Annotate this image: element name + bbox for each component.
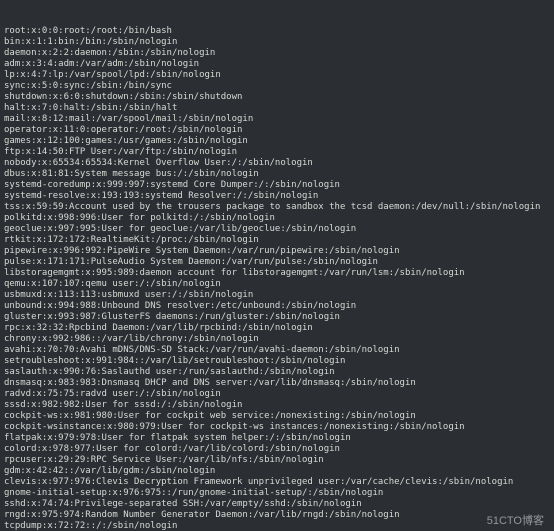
passwd-line: flatpak:x:979:978:User for flatpak syste… <box>4 433 554 444</box>
passwd-line: games:x:12:100:games:/usr/games:/sbin/no… <box>4 136 554 147</box>
passwd-line: dbus:x:81:81:System message bus:/:/sbin/… <box>4 169 554 180</box>
passwd-line: setroubleshoot:x:991:984::/var/lib/setro… <box>4 356 554 367</box>
passwd-line: shutdown:x:6:0:shutdown:/sbin:/sbin/shut… <box>4 92 554 103</box>
passwd-line: cockpit-ws:x:981:980:User for cockpit we… <box>4 411 554 422</box>
passwd-line: tcpdump:x:72:72::/:/sbin/nologin <box>4 521 554 531</box>
passwd-line: gdm:x:42:42::/var/lib/gdm:/sbin/nologin <box>4 466 554 477</box>
passwd-line: root:x:0:0:root:/root:/bin/bash <box>4 26 554 37</box>
passwd-line: pipewire:x:996:992:PipeWire System Daemo… <box>4 246 554 257</box>
passwd-line: colord:x:978:977:User for colord:/var/li… <box>4 444 554 455</box>
watermark: 51CTO博客 <box>487 516 544 527</box>
passwd-line: rngd:x:975:974:Random Number Generator D… <box>4 510 554 521</box>
passwd-line: nobody:x:65534:65534:Kernel Overflow Use… <box>4 158 554 169</box>
passwd-line: systemd-coredump:x:999:997:systemd Core … <box>4 180 554 191</box>
passwd-line: halt:x:7:0:halt:/sbin:/sbin/halt <box>4 103 554 114</box>
passwd-line: systemd-resolve:x:193:193:systemd Resolv… <box>4 191 554 202</box>
passwd-line: cockpit-wsinstance:x:980:979:User for co… <box>4 422 554 433</box>
passwd-line: sshd:x:74:74:Privilege-separated SSH:/va… <box>4 499 554 510</box>
passwd-line: rpc:x:32:32:Rpcbind Daemon:/var/lib/rpcb… <box>4 323 554 334</box>
passwd-line: libstoragemgmt:x:995:989:daemon account … <box>4 268 554 279</box>
passwd-line: chrony:x:992:986::/var/lib/chrony:/sbin/… <box>4 334 554 345</box>
passwd-line: clevis:x:977:976:Clevis Decryption Frame… <box>4 477 554 488</box>
passwd-line: tss:x:59:59:Account used by the trousers… <box>4 202 554 213</box>
passwd-line: daemon:x:2:2:daemon:/sbin:/sbin/nologin <box>4 48 554 59</box>
passwd-line: polkitd:x:998:996:User for polkitd:/:/sb… <box>4 213 554 224</box>
passwd-line: dnsmasq:x:983:983:Dnsmasq DHCP and DNS s… <box>4 378 554 389</box>
passwd-line: gluster:x:993:987:GlusterFS daemons:/run… <box>4 312 554 323</box>
passwd-line: avahi:x:70:70:Avahi mDNS/DNS-SD Stack:/v… <box>4 345 554 356</box>
passwd-line: rtkit:x:172:172:RealtimeKit:/proc:/sbin/… <box>4 235 554 246</box>
passwd-line: saslauth:x:990:76:Saslauthd user:/run/sa… <box>4 367 554 378</box>
passwd-line: unbound:x:994:988:Unbound DNS resolver:/… <box>4 301 554 312</box>
passwd-line: geoclue:x:997:995:User for geoclue:/var/… <box>4 224 554 235</box>
passwd-line: rpcuser:x:29:29:RPC Service User:/var/li… <box>4 455 554 466</box>
passwd-line: usbmuxd:x:113:113:usbmuxd user:/:/sbin/n… <box>4 290 554 301</box>
passwd-line: qemu:x:107:107:qemu user:/:/sbin/nologin <box>4 279 554 290</box>
passwd-line: bin:x:1:1:bin:/bin:/sbin/nologin <box>4 37 554 48</box>
passwd-line: operator:x:11:0:operator:/root:/sbin/nol… <box>4 125 554 136</box>
passwd-line: lp:x:4:7:lp:/var/spool/lpd:/sbin/nologin <box>4 70 554 81</box>
terminal-output: root:x:0:0:root:/root:/bin/bashbin:x:1:1… <box>0 0 554 531</box>
passwd-line: radvd:x:75:75:radvd user:/:/sbin/nologin <box>4 389 554 400</box>
passwd-line: adm:x:3:4:adm:/var/adm:/sbin/nologin <box>4 59 554 70</box>
passwd-line: ftp:x:14:50:FTP User:/var/ftp:/sbin/nolo… <box>4 147 554 158</box>
passwd-line: sssd:x:982:982:User for sssd:/:/sbin/nol… <box>4 400 554 411</box>
passwd-line: mail:x:8:12:mail:/var/spool/mail:/sbin/n… <box>4 114 554 125</box>
passwd-line: sync:x:5:0:sync:/sbin:/bin/sync <box>4 81 554 92</box>
passwd-line: gnome-initial-setup:x:976:975::/run/gnom… <box>4 488 554 499</box>
passwd-line: pulse:x:171:171:PulseAudio System Daemon… <box>4 257 554 268</box>
